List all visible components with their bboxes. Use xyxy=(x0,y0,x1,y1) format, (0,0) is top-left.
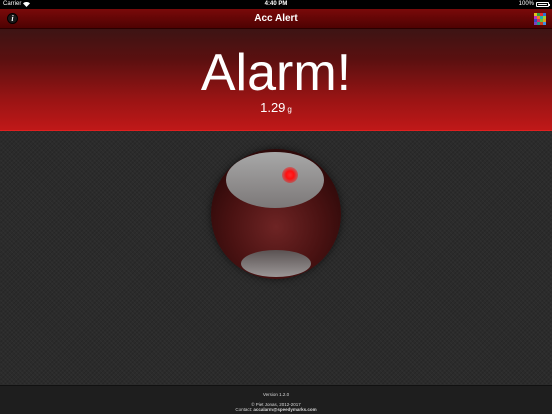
acceleration-unit: g xyxy=(287,105,292,114)
footer: Version 1.2.0 © Piet Jonas, 2012-2017 Co… xyxy=(0,385,552,414)
battery-icon xyxy=(536,2,550,7)
battery-percent: 100% xyxy=(518,1,534,7)
alarm-banner: Alarm! 1.29 g xyxy=(0,29,552,131)
status-time: 4:40 PM xyxy=(264,1,288,7)
acceleration-value: 1.29 xyxy=(260,100,286,115)
color-grid-icon[interactable] xyxy=(534,13,546,25)
sphere-top-highlight xyxy=(226,152,324,208)
nav-bar: i Acc Alert xyxy=(0,9,552,29)
alert-dot-icon xyxy=(282,167,298,183)
contact-label: Contact: xyxy=(235,407,253,412)
footer-contact: Contact: accalarm@speedymarks.com xyxy=(0,407,552,413)
status-bar: Carrier 4:40 PM 100% xyxy=(0,0,552,9)
sphere-bottom-highlight xyxy=(241,250,311,277)
status-right: 100% xyxy=(518,0,550,9)
alarm-title: Alarm! xyxy=(200,44,352,102)
footer-version: Version 1.2.0 xyxy=(262,392,290,397)
nav-title: Acc Alert xyxy=(254,13,298,24)
acceleration-readout: 1.29 g xyxy=(0,100,552,118)
main-area xyxy=(0,131,552,385)
level-sphere xyxy=(211,149,341,279)
contact-email-link[interactable]: accalarm@speedymarks.com xyxy=(253,407,316,412)
